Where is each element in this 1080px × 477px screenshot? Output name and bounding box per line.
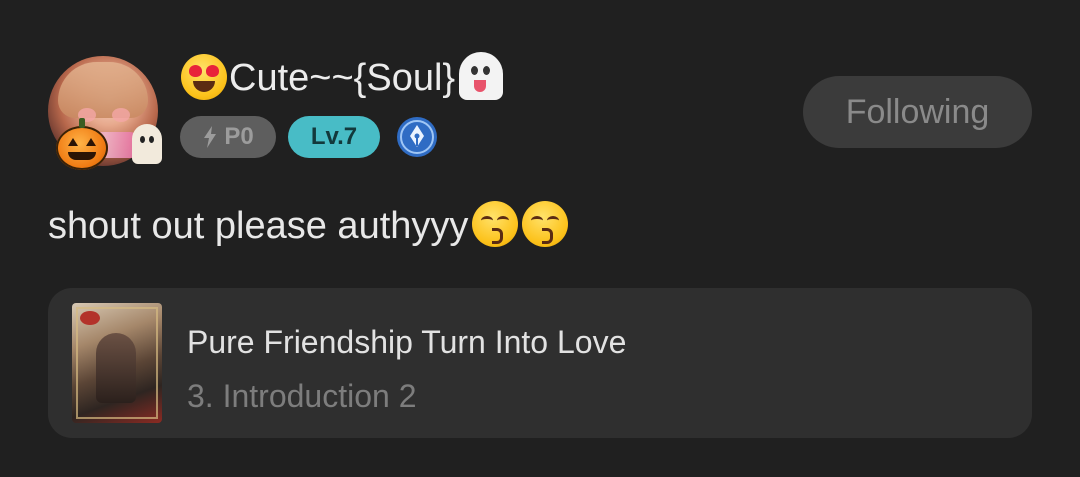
- book-card[interactable]: Pure Friendship Turn Into Love 3. Introd…: [48, 288, 1032, 438]
- level-badge[interactable]: Lv.7: [288, 116, 380, 158]
- power-badge[interactable]: P0: [180, 116, 276, 158]
- pumpkin-avatar-frame-icon: [56, 118, 108, 170]
- book-cover-image: [72, 303, 162, 423]
- kissing-face-emoji-icon: [472, 200, 519, 247]
- power-badge-label: P0: [224, 123, 254, 150]
- book-chapter: 3. Introduction 2: [187, 378, 417, 414]
- heart-eyes-emoji-icon: [181, 54, 227, 100]
- author-badges: P0 Lv.7: [180, 116, 438, 158]
- level-badge-label: Lv.7: [310, 123, 358, 150]
- ghost-emoji-icon: [459, 52, 504, 100]
- book-title: Pure Friendship Turn Into Love: [187, 324, 627, 360]
- author-name-text: Cute~~{Soul}: [229, 57, 456, 100]
- author-name[interactable]: Cute~~{Soul}: [181, 52, 504, 104]
- post-text-body: shout out please authyyy: [48, 205, 469, 247]
- pen-nib-icon[interactable]: [396, 116, 438, 158]
- ghost-avatar-frame-icon: [132, 124, 162, 164]
- lightning-bolt-icon: [202, 126, 218, 148]
- author-avatar[interactable]: [48, 56, 162, 170]
- following-button[interactable]: Following: [803, 76, 1032, 148]
- post-text: shout out please authyyy: [48, 200, 569, 251]
- following-button-label: Following: [845, 92, 990, 131]
- kissing-face-emoji-icon: [522, 200, 569, 247]
